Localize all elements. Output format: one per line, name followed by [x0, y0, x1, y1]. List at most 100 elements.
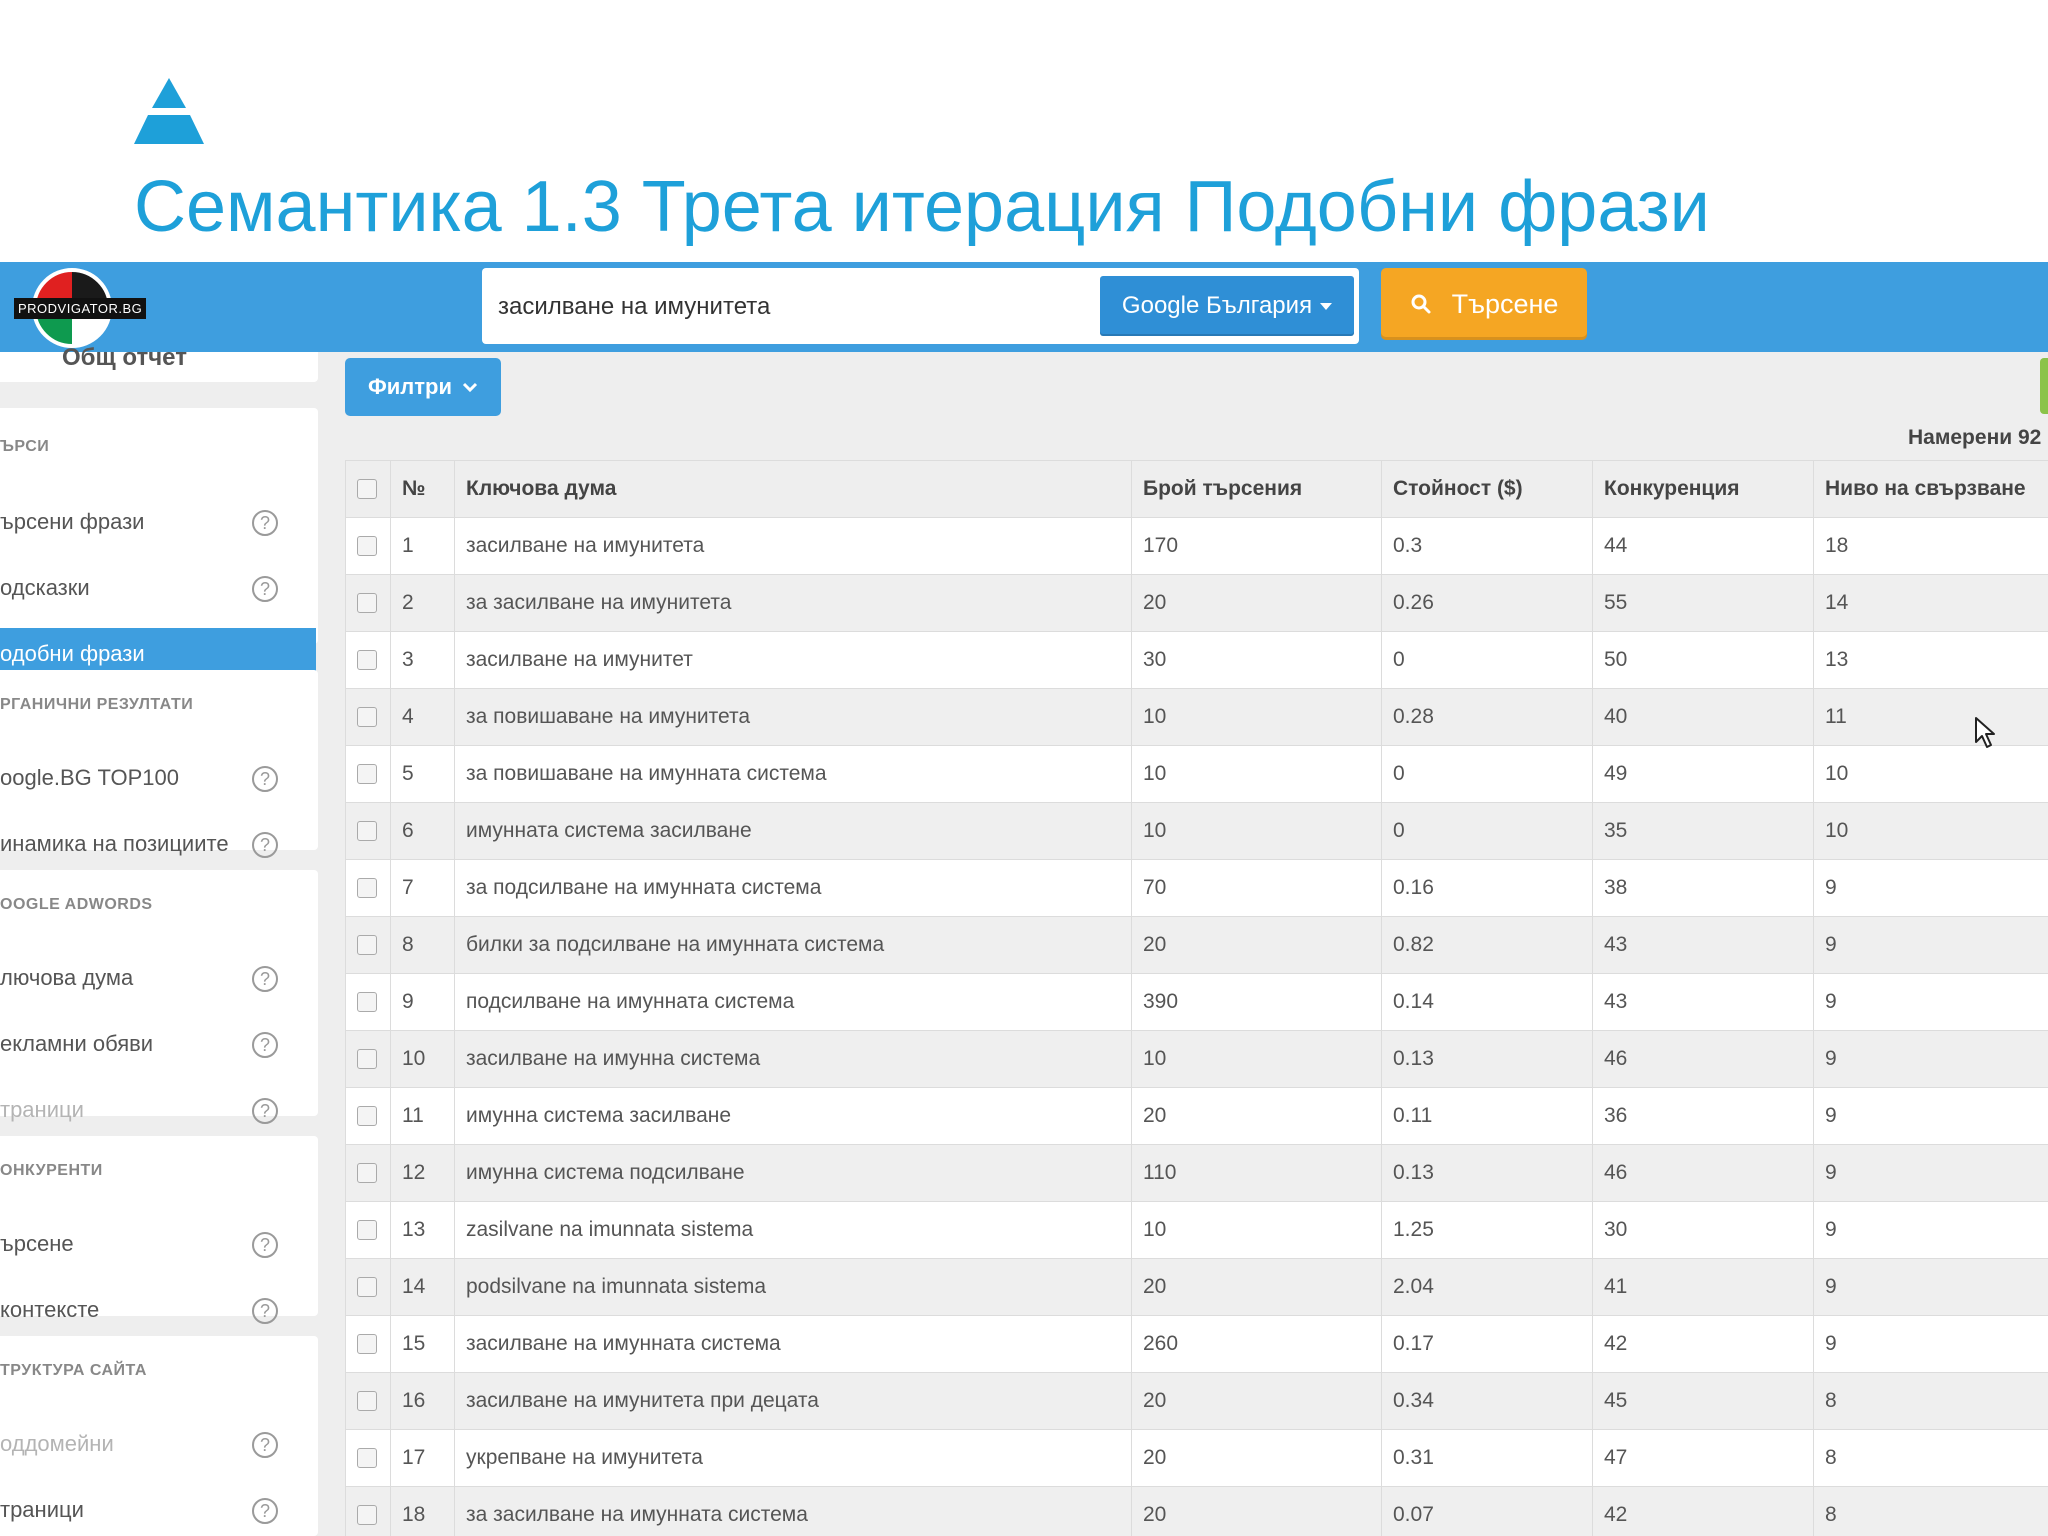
cell-relevance: 9 [1813, 859, 2048, 917]
table-row[interactable]: 5 за повишаване на имунната система 10 0 49 1… [345, 745, 2048, 803]
sidebar-item-label: траници [0, 1097, 84, 1122]
help-icon[interactable]: ? [252, 766, 278, 792]
help-icon[interactable]: ? [252, 966, 278, 992]
table-body: 1 засилване на имунитета 170 0.3 44 18 2 за зас… [345, 517, 2048, 1536]
table-row[interactable]: 16 засилване на имунитета при децата 20 0.3… [345, 1372, 2048, 1430]
cell-relevance: 9 [1813, 1144, 2048, 1202]
row-checkbox[interactable] [357, 707, 377, 728]
search-input[interactable] [496, 282, 1060, 332]
row-checkbox[interactable] [357, 593, 377, 614]
cell-cost: 0.82 [1381, 916, 1593, 974]
help-icon[interactable]: ? [252, 576, 278, 602]
table-row[interactable]: 2 за засилване на имунитета 20 0.26 55 14 [345, 574, 2048, 632]
cell-number: 18 [390, 1486, 455, 1536]
row-select-cell [345, 1372, 391, 1430]
help-icon[interactable]: ? [252, 510, 278, 536]
table-row[interactable]: 8 билки за подсилване на имунната система… [345, 916, 2048, 974]
sidebar-section-competitors: ОНКУРЕНТИ ърсене ? контексте ? [0, 1136, 318, 1324]
sidebar-section-adwords: OOGLE ADWORDS лючова дума ? екламни обяв… [0, 870, 318, 1124]
help-icon[interactable]: ? [252, 1032, 278, 1058]
help-icon[interactable]: ? [252, 1298, 278, 1324]
table-row[interactable]: 12 имунна система подсилване 110 0.13 46 9 [345, 1144, 2048, 1202]
table-row[interactable]: 3 засилване на имунитет 30 0 50 13 [345, 631, 2048, 689]
search-engine-label: Google България [1121, 292, 1313, 319]
cell-cost: 0.26 [1381, 574, 1593, 632]
help-icon[interactable]: ? [252, 1232, 278, 1258]
table-row[interactable]: 15 засилване на имунната система 260 0.17 42… [345, 1315, 2048, 1373]
cell-number: 15 [390, 1315, 455, 1373]
search-engine-dropdown[interactable]: Google България [1100, 276, 1354, 336]
row-checkbox[interactable] [357, 878, 377, 899]
row-checkbox[interactable] [357, 821, 377, 842]
select-all-checkbox[interactable] [357, 479, 377, 500]
row-checkbox[interactable] [357, 1106, 377, 1127]
row-select-cell [345, 1144, 391, 1202]
table-row[interactable]: 6 имунната система засилване 10 0 35 10 [345, 802, 2048, 860]
sidebar-item-searched-phrases[interactable]: ърсени фрази ? [0, 496, 316, 552]
help-icon[interactable]: ? [252, 1498, 278, 1524]
table-row[interactable]: 4 за повишаване на имунитета 10 0.28 40 11 [345, 688, 2048, 746]
cell-cost: 2.04 [1381, 1258, 1593, 1316]
export-button[interactable] [2040, 358, 2048, 414]
row-select-cell [345, 1315, 391, 1373]
column-header-relevance[interactable]: Ниво на свързване [1813, 460, 2048, 518]
column-header-searches[interactable]: Брой търсения [1131, 460, 1382, 518]
row-checkbox[interactable] [357, 1334, 377, 1355]
table-row[interactable]: 17 укрепване на имунитета 20 0.31 47 8 [345, 1429, 2048, 1487]
column-header-cost[interactable]: Стойност ($) [1381, 460, 1593, 518]
help-icon[interactable]: ? [252, 1432, 278, 1458]
table-row[interactable]: 10 засилване на имунна система 10 0.13 46 9 [345, 1030, 2048, 1088]
filters-button[interactable]: Филтри [345, 358, 501, 416]
sidebar-item-site-pages[interactable]: траници ? [0, 1484, 316, 1536]
cell-searches: 10 [1131, 745, 1382, 803]
sidebar-item-suggestions[interactable]: одсказки ? [0, 562, 316, 618]
search-button-label: Търсене [1451, 288, 1559, 319]
sidebar-item-context[interactable]: контексте ? [0, 1284, 316, 1340]
row-checkbox[interactable] [357, 1049, 377, 1070]
row-checkbox[interactable] [357, 1163, 377, 1184]
table-row[interactable]: 9 подсилване на имунната система 390 0.14 43… [345, 973, 2048, 1031]
row-checkbox[interactable] [357, 764, 377, 785]
sidebar-item-subdomains[interactable]: оддомейни ? [0, 1418, 316, 1474]
table-row[interactable]: 7 за подсилване на имунната система 70 0.16… [345, 859, 2048, 917]
cell-relevance: 8 [1813, 1429, 2048, 1487]
table-row[interactable]: 18 за засилване на имунната система 20 0.07… [345, 1486, 2048, 1536]
help-icon[interactable]: ? [252, 1098, 278, 1124]
help-icon[interactable]: ? [252, 832, 278, 858]
cell-number: 8 [390, 916, 455, 974]
row-checkbox[interactable] [357, 536, 377, 557]
cell-cost: 0.11 [1381, 1087, 1593, 1145]
sidebar-section-organic: РГАНИЧНИ РЕЗУЛТАТИ oogle.BG TOP100 ? ина… [0, 670, 318, 858]
row-checkbox[interactable] [357, 1220, 377, 1241]
table-row[interactable]: 13 zasilvane na imunnata sistema 10 1.25 30 9 [345, 1201, 2048, 1259]
cell-competition: 40 [1592, 688, 1814, 746]
sidebar-overview[interactable]: Общ отчет [0, 344, 318, 382]
column-header-competition[interactable]: Конкуренция [1592, 460, 1814, 518]
sidebar-item-google-top100[interactable]: oogle.BG TOP100 ? [0, 752, 316, 808]
brand-logo[interactable]: PRODVIGATOR.BG [14, 268, 147, 348]
mouse-cursor-icon [1975, 717, 1995, 748]
search-button[interactable]: Търсене [1381, 268, 1587, 340]
cell-cost: 0.16 [1381, 859, 1593, 917]
cell-number: 10 [390, 1030, 455, 1088]
column-header-number[interactable]: № [390, 460, 455, 518]
sidebar-item-keyword[interactable]: лючова дума ? [0, 952, 316, 1008]
row-checkbox[interactable] [357, 1391, 377, 1412]
table-row[interactable]: 1 засилване на имунитета 170 0.3 44 18 [345, 517, 2048, 575]
cell-number: 16 [390, 1372, 455, 1430]
table-row[interactable]: 11 имунна система засилване 20 0.11 36 9 [345, 1087, 2048, 1145]
cell-searches: 30 [1131, 631, 1382, 689]
row-checkbox[interactable] [357, 935, 377, 956]
row-checkbox[interactable] [357, 1505, 377, 1526]
row-checkbox[interactable] [357, 1448, 377, 1469]
row-checkbox[interactable] [357, 992, 377, 1013]
table-row[interactable]: 14 podsilvane na imunnata sistema 20 2.04 41… [345, 1258, 2048, 1316]
sidebar-item-pages[interactable]: траници ? [0, 1084, 316, 1140]
row-checkbox[interactable] [357, 1277, 377, 1298]
sidebar-item-position-dynamics[interactable]: инамика на позициите ? [0, 818, 316, 874]
row-select-cell [345, 916, 391, 974]
sidebar-item-competitor-search[interactable]: ърсене ? [0, 1218, 316, 1274]
row-checkbox[interactable] [357, 650, 377, 671]
column-header-keyword[interactable]: Ключова дума [454, 460, 1132, 518]
sidebar-item-ads[interactable]: екламни обяви ? [0, 1018, 316, 1074]
